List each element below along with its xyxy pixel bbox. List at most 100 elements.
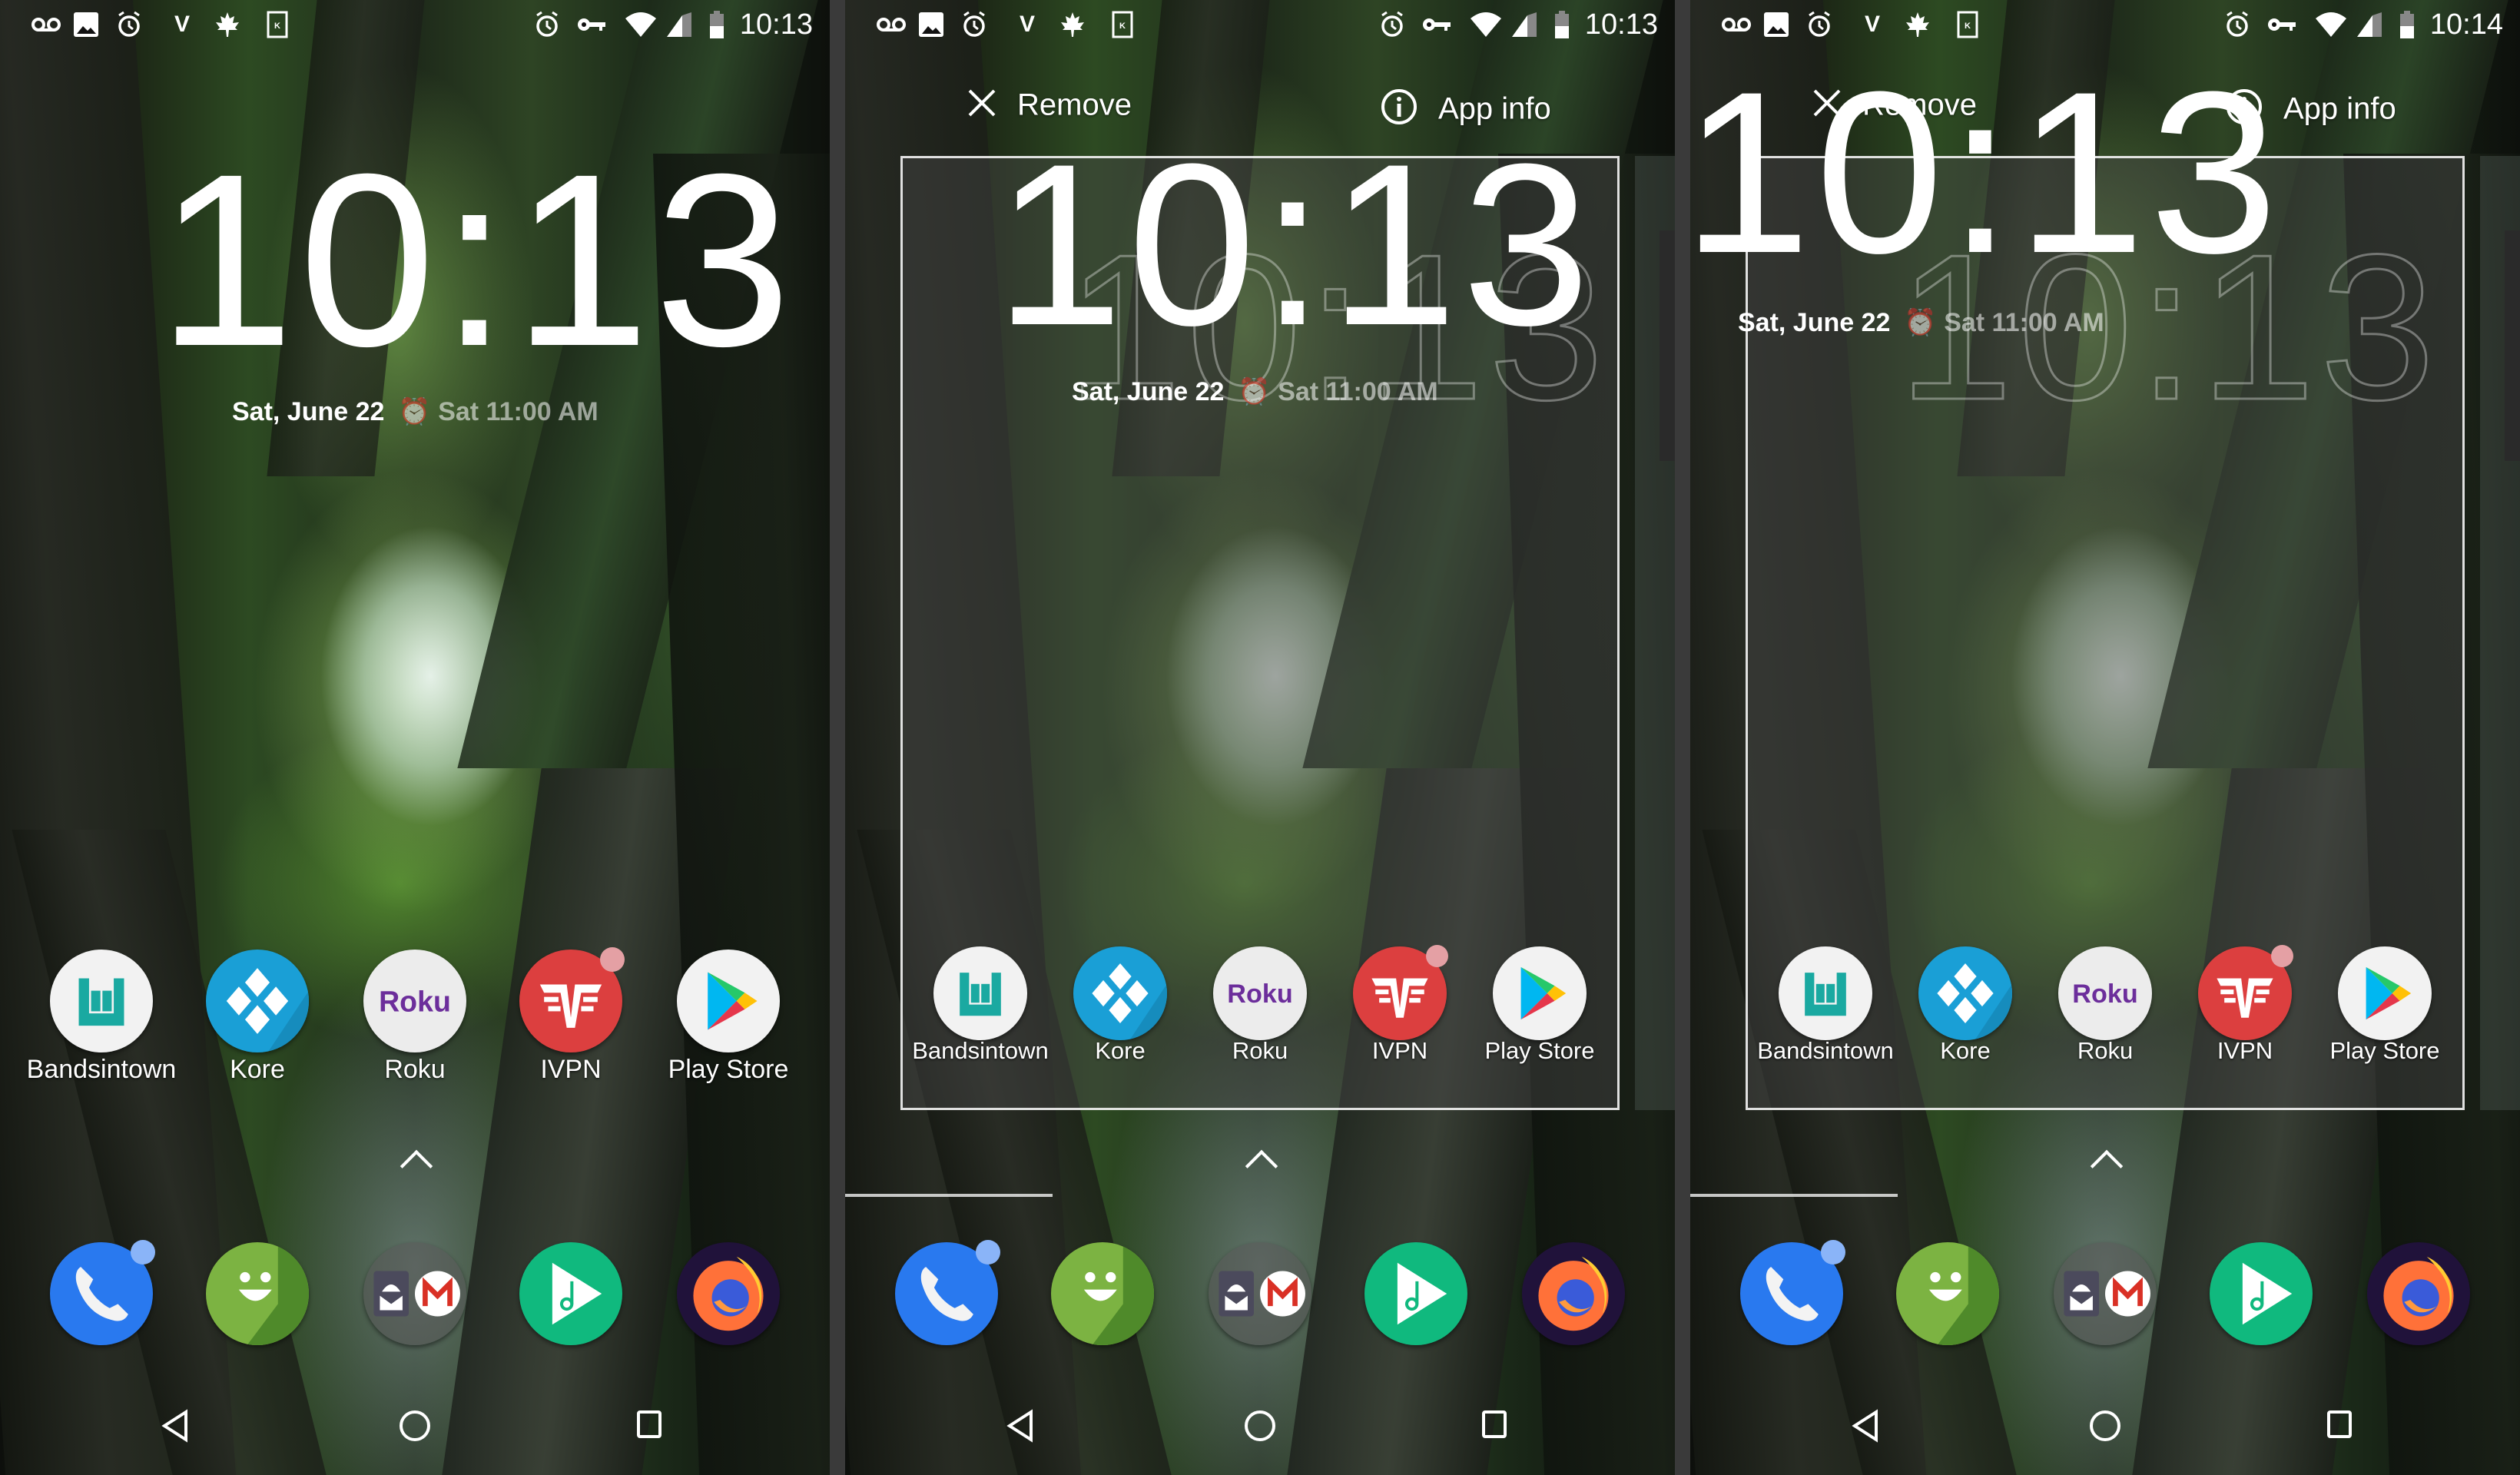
clock-date-row[interactable]: Sat, June 22 ⏰ Sat 11:00 AM [1738, 307, 2104, 338]
recents-icon [2326, 1410, 2353, 1443]
ivpn-icon: V [1864, 12, 1880, 37]
recents-button[interactable] [635, 1409, 663, 1444]
dock-firefox[interactable] [677, 1242, 780, 1345]
recents-button[interactable] [2326, 1409, 2353, 1444]
app-kore[interactable]: Kore [1888, 946, 2042, 1092]
app-label: IVPN [540, 1055, 602, 1084]
svg-text:Roku: Roku [2072, 979, 2137, 1009]
kore-icon [1073, 946, 1167, 1040]
maple-leaf-icon [1059, 11, 1086, 38]
alarm-icon [533, 11, 561, 38]
clock-date: Sat, June 22 [1072, 377, 1225, 406]
play-store-icon [1493, 946, 1587, 1040]
app-play-store[interactable]: Play Store [2308, 946, 2462, 1092]
app-ivpn[interactable]: IVPN [2168, 944, 2322, 1092]
dock-messaging[interactable] [1896, 1242, 1999, 1345]
app-bandsintown[interactable]: Bandsintown [1749, 946, 1902, 1092]
dock-music-play[interactable] [1364, 1242, 1467, 1345]
dock-mail-folder[interactable] [1209, 1242, 1311, 1345]
kore-icon [206, 950, 309, 1052]
app-kore[interactable]: Kore [181, 950, 334, 1110]
app-roku[interactable]: Roku Roku [1183, 946, 1337, 1092]
recents-icon [635, 1410, 663, 1443]
vpn-key-icon [2266, 11, 2297, 38]
app-drawer-chevron-icon[interactable] [2090, 1149, 2124, 1183]
roku-icon: Roku [2058, 946, 2152, 1040]
dock-messaging[interactable] [1051, 1242, 1154, 1345]
kore-icon [1918, 946, 2012, 1040]
svg-text:Roku: Roku [379, 985, 451, 1017]
home-button[interactable] [1243, 1409, 1277, 1447]
alarm-icon [1805, 11, 1833, 38]
cell-signal-icon [2356, 11, 2383, 38]
battery-icon [708, 11, 725, 38]
dock-music-play[interactable] [519, 1242, 622, 1345]
dock-mail-folder[interactable] [2054, 1242, 2157, 1345]
notification-badge [976, 1240, 1000, 1265]
k-box-icon: K [1956, 11, 1979, 38]
app-label: Kore [230, 1055, 285, 1084]
maple-leaf-icon [1904, 11, 1931, 38]
clock-date-row[interactable]: Sat, June 22 ⏰ Sat 11:00 AM [232, 396, 598, 427]
notification-badge [599, 947, 625, 973]
back-button[interactable] [1005, 1409, 1036, 1447]
clock-time-dragging[interactable]: 10:13 [1690, 57, 2283, 287]
status-time: 10:13 [739, 8, 813, 41]
home-button[interactable] [398, 1409, 432, 1447]
roku-icon: Roku [363, 950, 466, 1052]
k-box-icon: K [266, 11, 289, 38]
dock-firefox[interactable] [2367, 1242, 2470, 1345]
dock-firefox[interactable] [1522, 1242, 1625, 1345]
clock-time[interactable]: 10:13 [158, 137, 796, 383]
back-button[interactable] [1850, 1409, 1881, 1447]
app-drawer-chevron-icon[interactable] [400, 1149, 433, 1183]
app-ivpn[interactable]: IVPN [494, 947, 648, 1110]
app-bandsintown[interactable]: Bandsintown [904, 946, 1057, 1092]
app-drawer-chevron-icon[interactable] [1245, 1149, 1278, 1183]
next-alarm: ⏰ Sat 11:00 AM [398, 397, 598, 426]
back-button[interactable] [160, 1409, 191, 1447]
gallery-icon [73, 11, 99, 38]
cell-signal-icon [665, 11, 693, 38]
recents-button[interactable] [1480, 1409, 1508, 1444]
mail-folder-icon [2054, 1242, 2157, 1345]
app-info-label: App info [2283, 91, 2396, 126]
app-play-store[interactable]: Play Store [652, 950, 805, 1110]
bandsintown-icon [50, 950, 153, 1052]
notification-badge [131, 1240, 155, 1265]
next-alarm: ⏰ Sat 11:00 AM [1238, 377, 1438, 406]
app-bandsintown[interactable]: Bandsintown [25, 950, 178, 1110]
svg-text:K: K [274, 22, 280, 31]
app-ivpn[interactable]: IVPN [1323, 944, 1477, 1092]
battery-icon [2399, 11, 2416, 38]
gallery-icon [918, 11, 944, 38]
notification-badge [1426, 944, 1449, 967]
app-play-store[interactable]: Play Store [1463, 946, 1616, 1092]
home-icon [1243, 1410, 1277, 1446]
wifi-icon [2314, 11, 2348, 38]
clock-time-dragging[interactable]: 10:13 [995, 129, 1595, 360]
app-roku[interactable]: Roku Roku [2028, 946, 2182, 1092]
app-label: Play Store [668, 1055, 789, 1084]
home-button[interactable] [2088, 1409, 2122, 1447]
clock-date-row[interactable]: Sat, June 22 ⏰ Sat 11:00 AM [1072, 376, 1438, 407]
app-label: Play Store [1484, 1037, 1595, 1064]
maple-leaf-icon [214, 11, 241, 38]
app-roku[interactable]: Roku Roku [338, 950, 492, 1110]
dock-music-play[interactable] [2210, 1242, 2313, 1345]
ivpn-icon: V [174, 12, 190, 37]
play-store-icon [2338, 946, 2432, 1040]
home-icon [398, 1410, 432, 1446]
next-alarm: ⏰ Sat 11:00 AM [1904, 308, 2104, 337]
screen-drag-widget-moved: K V 10:14 10:13 Remove App info 10:13 Sa… [1690, 0, 2520, 1475]
dock-messaging[interactable] [206, 1242, 309, 1345]
dock-mail-folder[interactable] [363, 1242, 466, 1345]
clock-date: Sat, June 22 [1738, 308, 1891, 337]
app-kore[interactable]: Kore [1043, 946, 1197, 1092]
bandsintown-icon [1779, 946, 1872, 1040]
svg-text:K: K [1965, 22, 1971, 31]
alarm-icon [960, 11, 988, 38]
status-bar: V K 10:13 [0, 0, 830, 49]
alarm-icon [2223, 11, 2251, 38]
status-bar: K V 10:13 [845, 0, 1675, 49]
